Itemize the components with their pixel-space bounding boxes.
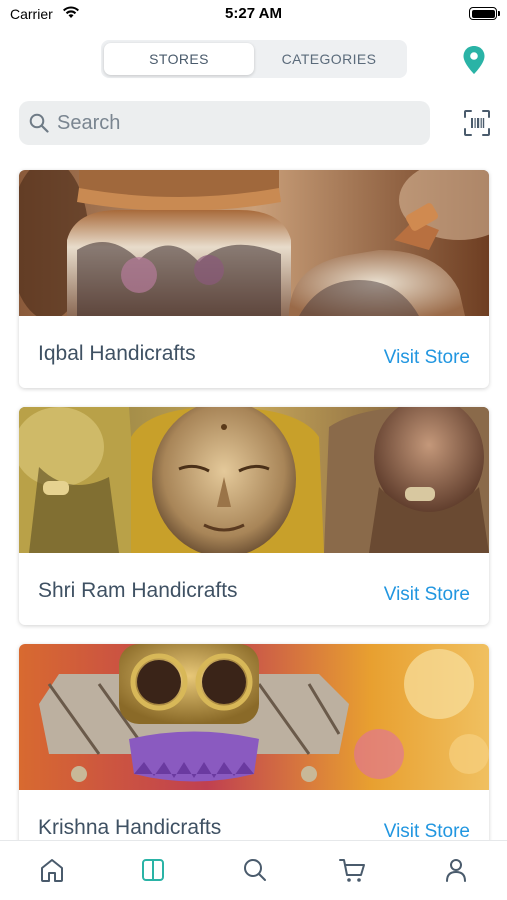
- search-tab-icon[interactable]: [240, 855, 270, 885]
- tab-stores[interactable]: STORES: [104, 43, 254, 75]
- store-image-painted-vases: [19, 170, 489, 316]
- store-name: Krishna Handicrafts: [38, 816, 222, 839]
- visit-store-link[interactable]: Visit Store: [384, 821, 470, 840]
- store-image-owl-jewelry: [19, 644, 489, 790]
- clock: 5:27 AM: [225, 5, 282, 22]
- status-bar: Carrier 5:27 AM: [0, 0, 507, 28]
- search-bar: [19, 101, 430, 145]
- battery-icon: [469, 7, 500, 20]
- cart-icon[interactable]: [337, 855, 367, 885]
- segmented-control: STORES CATEGORIES: [101, 40, 407, 78]
- profile-icon[interactable]: [441, 855, 471, 885]
- store-image-brass-faces: [19, 407, 489, 553]
- store-list[interactable]: Iqbal Handicrafts Visit Store Shri Ram H…: [0, 160, 507, 840]
- store-card[interactable]: Shri Ram Handicrafts Visit Store: [19, 407, 489, 625]
- store-name: Iqbal Handicrafts: [38, 342, 196, 365]
- store-card[interactable]: Krishna Handicrafts Visit Store: [19, 644, 489, 840]
- visit-store-link[interactable]: Visit Store: [384, 584, 470, 606]
- bottom-tab-bar: [0, 840, 507, 900]
- store-card[interactable]: Iqbal Handicrafts Visit Store: [19, 170, 489, 388]
- stores-icon[interactable]: [138, 855, 168, 885]
- location-pin-icon[interactable]: [461, 45, 487, 75]
- search-input[interactable]: [57, 111, 417, 135]
- tab-categories[interactable]: CATEGORIES: [254, 43, 404, 75]
- store-name: Shri Ram Handicrafts: [38, 579, 238, 602]
- barcode-scan-icon[interactable]: [463, 109, 491, 137]
- search-icon: [29, 113, 49, 133]
- visit-store-link[interactable]: Visit Store: [384, 347, 470, 369]
- home-icon[interactable]: [37, 855, 67, 885]
